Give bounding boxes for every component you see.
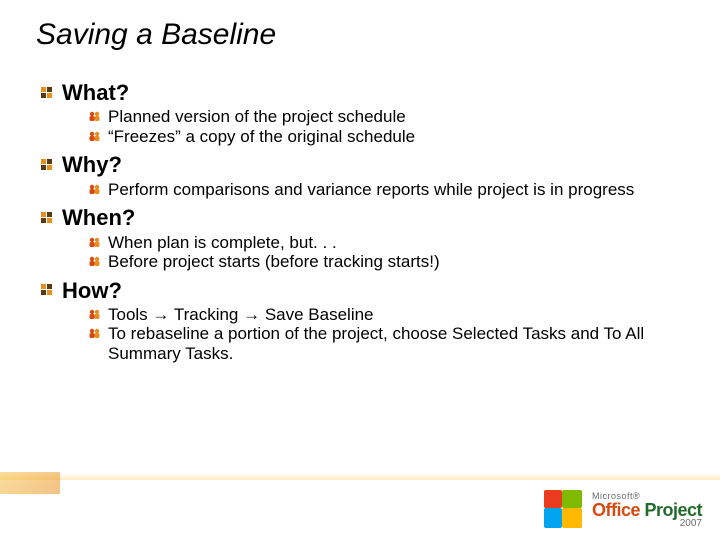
list-item: When plan is complete, but. . .	[88, 233, 680, 253]
list-item-text: “Freezes” a copy of the original schedul…	[108, 127, 415, 147]
people-icon	[88, 183, 101, 196]
brand-year: 2007	[592, 519, 702, 529]
sub-list: Tools → Tracking → Save Baseline To reba…	[88, 305, 680, 364]
list-item: Perform comparisons and variance reports…	[88, 180, 680, 200]
list-item-text: Tools → Tracking → Save Baseline	[108, 305, 374, 325]
list-item-text: To rebaseline a portion of the project, …	[108, 324, 680, 363]
sub-list: Planned version of the project schedule …	[88, 107, 680, 146]
bullet-icon	[40, 86, 54, 100]
people-icon	[88, 327, 101, 340]
footer-accent	[0, 472, 60, 494]
section-heading: When?	[62, 205, 135, 230]
footer-band	[0, 474, 720, 480]
list-item-text: Before project starts (before tracking s…	[108, 252, 440, 272]
bullet-icon	[40, 158, 54, 172]
bullet-icon	[40, 211, 54, 225]
list-item-text: When plan is complete, but. . .	[108, 233, 337, 253]
section-why: Why? Perform comparisons and variance re…	[40, 152, 680, 199]
sub-list: When plan is complete, but. . . Before p…	[88, 233, 680, 272]
bullet-icon	[40, 283, 54, 297]
section-how: How? Tools → Tracking → Save Baseline To…	[40, 278, 680, 364]
section-heading-row: How?	[40, 278, 680, 303]
people-icon	[88, 308, 101, 321]
section-heading: Why?	[62, 152, 122, 177]
list-item-text: Planned version of the project schedule	[108, 107, 406, 127]
list-item: “Freezes” a copy of the original schedul…	[88, 127, 680, 147]
slide-title: Saving a Baseline	[36, 18, 276, 52]
list-item: Planned version of the project schedule	[88, 107, 680, 127]
list-item: Before project starts (before tracking s…	[88, 252, 680, 272]
section-heading-row: What?	[40, 80, 680, 105]
brand-main: Office Project	[592, 501, 702, 519]
sub-list: Perform comparisons and variance reports…	[88, 180, 680, 200]
brand-text: Microsoft® Office Project 2007	[592, 492, 702, 529]
people-icon	[88, 236, 101, 249]
slide-content: What? Planned version of the project sch…	[40, 80, 680, 370]
office-logo-icon	[544, 490, 584, 530]
slide: Saving a Baseline What? Planned version …	[0, 0, 720, 540]
people-icon	[88, 130, 101, 143]
brand-logo: Microsoft® Office Project 2007	[544, 490, 702, 530]
people-icon	[88, 110, 101, 123]
list-item: To rebaseline a portion of the project, …	[88, 324, 680, 363]
list-item: Tools → Tracking → Save Baseline	[88, 305, 680, 325]
section-heading-row: When?	[40, 205, 680, 230]
section-heading: How?	[62, 278, 122, 303]
section-heading-row: Why?	[40, 152, 680, 177]
section-heading: What?	[62, 80, 129, 105]
list-item-text: Perform comparisons and variance reports…	[108, 180, 634, 200]
section-what: What? Planned version of the project sch…	[40, 80, 680, 146]
section-when: When? When plan is complete, but. . . Be…	[40, 205, 680, 271]
people-icon	[88, 255, 101, 268]
